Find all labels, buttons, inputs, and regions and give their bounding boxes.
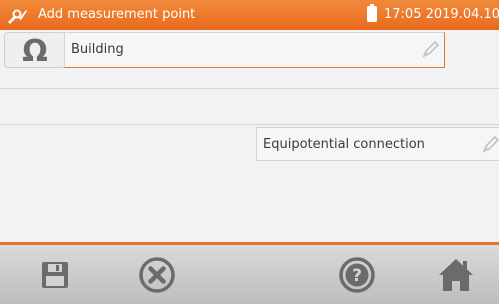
omega-icon: Ω: [22, 36, 48, 64]
building-field[interactable]: Building: [64, 32, 445, 68]
clock: 17:05 2019.04.10: [384, 7, 499, 22]
title-bar: Add measurement point 17:05 2019.04.10: [0, 0, 499, 30]
equipotential-field[interactable]: Equipotential connection: [256, 127, 499, 161]
save-button[interactable]: [20, 245, 90, 304]
equipotential-label: Equipotential connection: [263, 137, 425, 152]
building-label: Building: [71, 42, 124, 57]
page-title: Add measurement point: [38, 7, 196, 22]
divider: [0, 124, 499, 125]
help-icon: ?: [339, 256, 375, 293]
bottom-toolbar: ?: [0, 245, 499, 304]
cancel-button[interactable]: [122, 245, 192, 304]
home-button[interactable]: [421, 245, 491, 304]
home-icon: [439, 258, 473, 291]
pencil-icon: [422, 41, 440, 58]
svg-text:Ω: Ω: [22, 36, 48, 64]
content-area: Ω Building Equipotential connection: [0, 30, 499, 242]
help-button[interactable]: ?: [322, 245, 392, 304]
svg-text:?: ?: [352, 266, 362, 286]
cancel-icon: [139, 256, 175, 293]
pencil-icon: [482, 136, 499, 153]
battery-icon: [367, 4, 377, 22]
type-selector-button[interactable]: Ω: [4, 32, 66, 68]
save-icon: [42, 261, 68, 288]
divider: [0, 88, 499, 89]
tools-icon: [8, 9, 27, 24]
